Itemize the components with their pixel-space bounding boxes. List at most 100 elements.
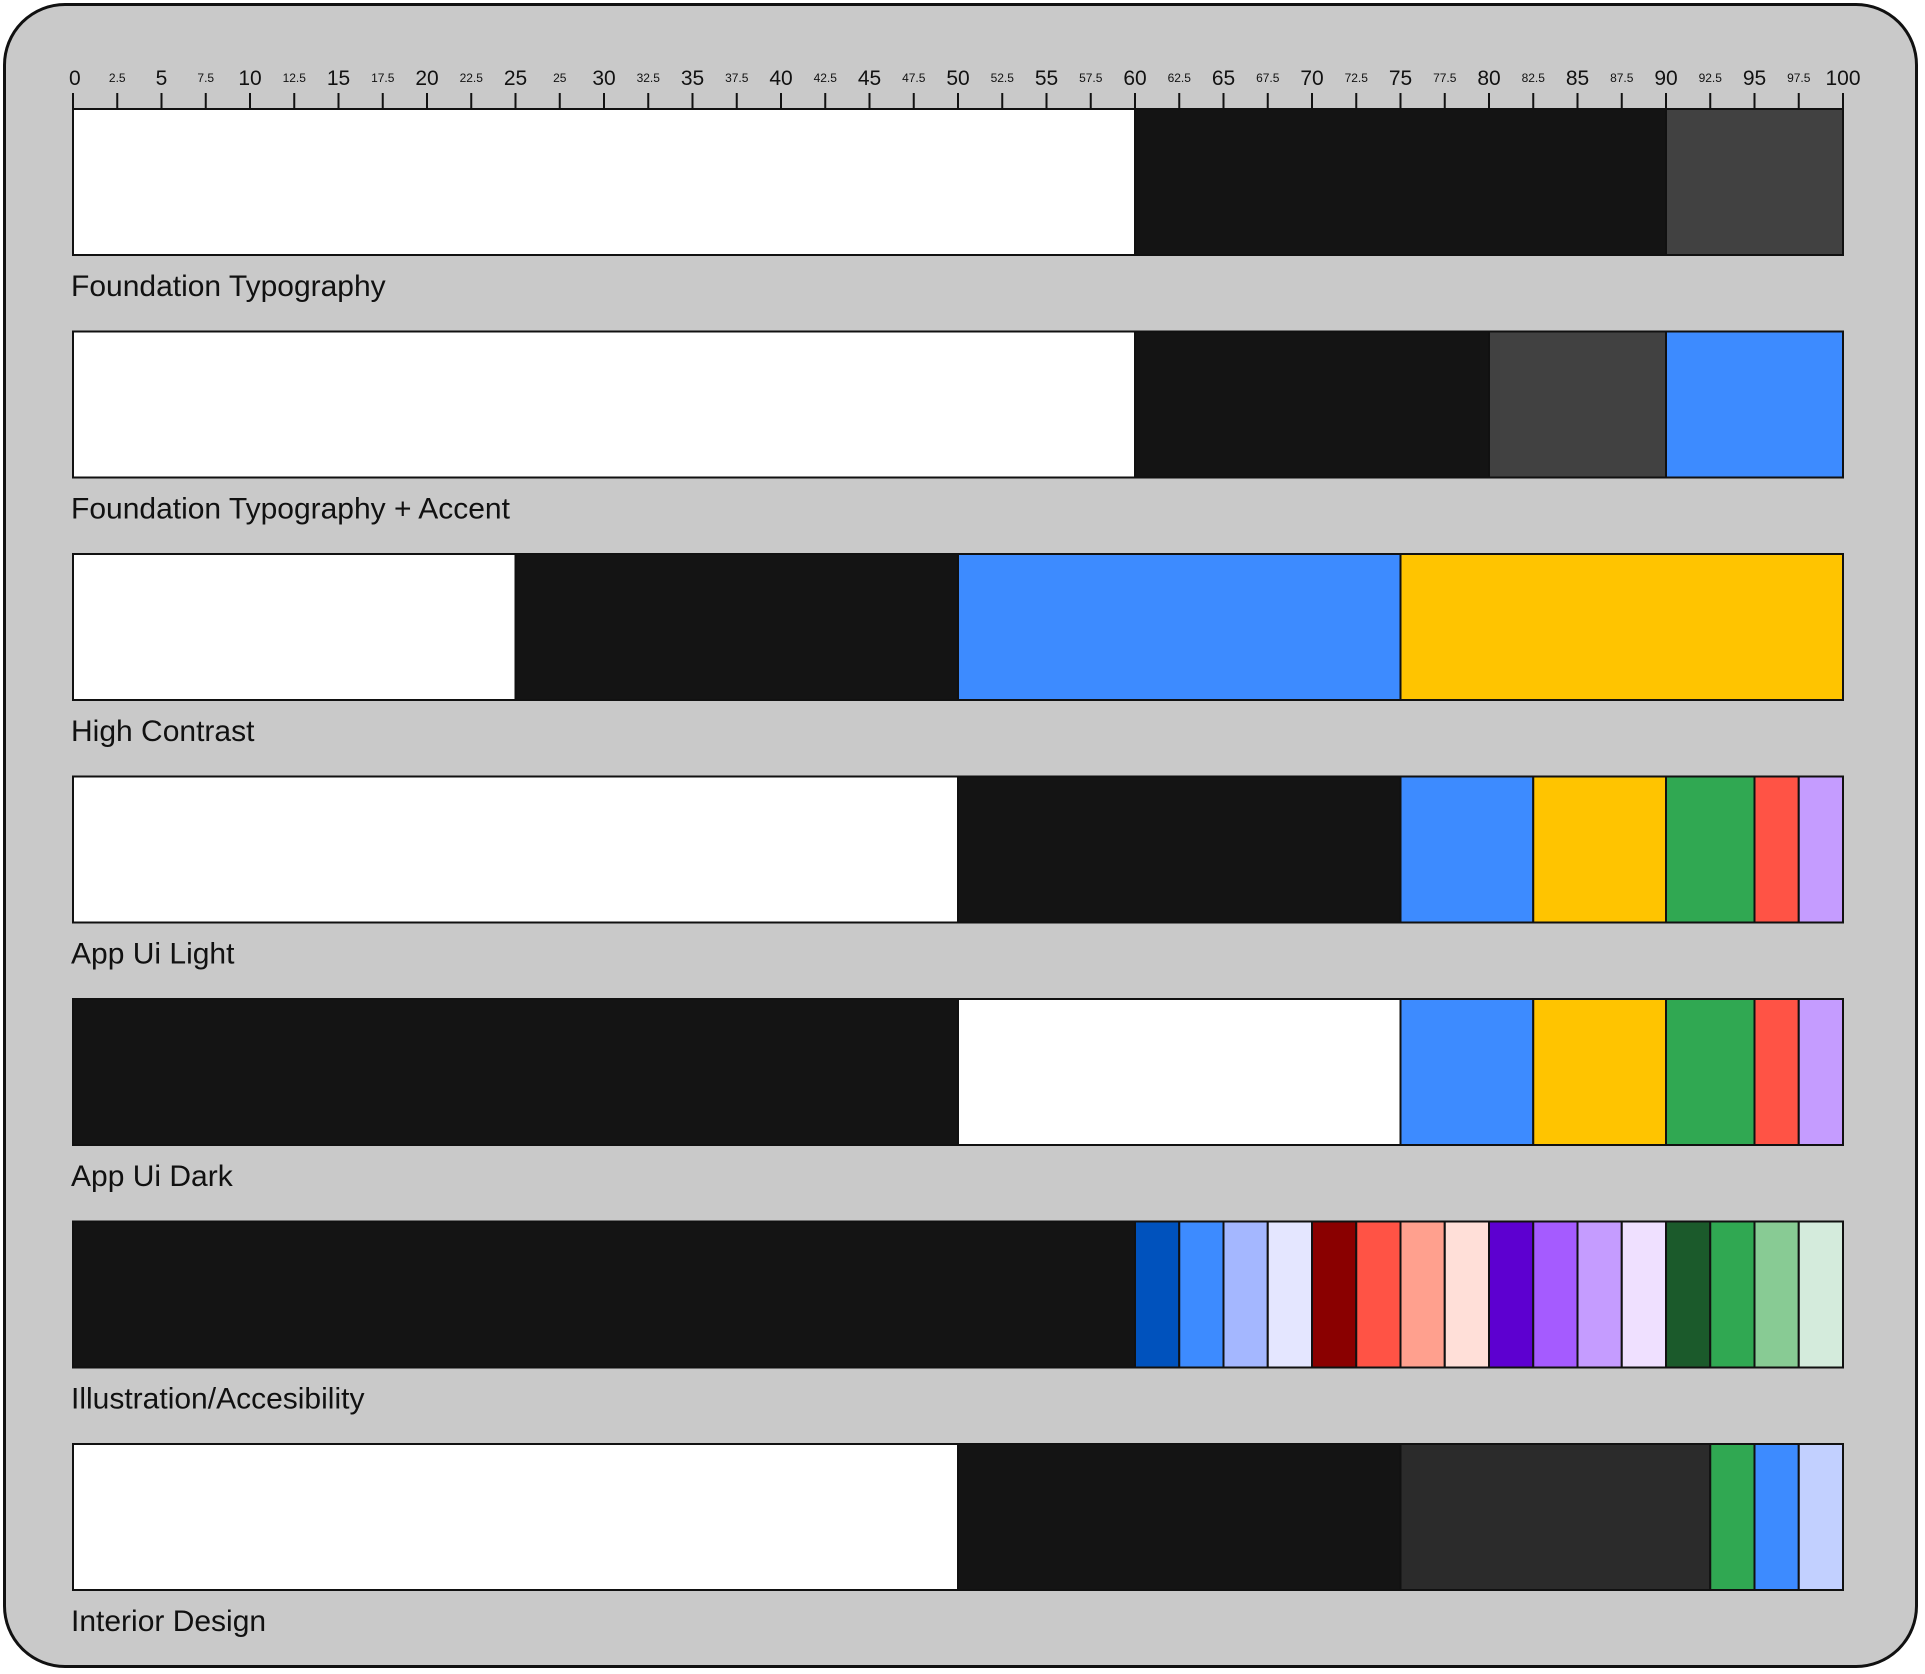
bar-segment bbox=[72, 1220, 1136, 1369]
tick-label: 75 bbox=[1389, 67, 1412, 90]
bar-segment bbox=[1399, 553, 1844, 701]
tick-label: 7.5 bbox=[197, 71, 214, 85]
bar-row: Foundation Typography bbox=[71, 108, 1844, 303]
bar-segment bbox=[1797, 998, 1844, 1146]
bar-segment bbox=[1665, 775, 1756, 924]
bar-segment bbox=[1797, 1220, 1844, 1369]
bar-segment bbox=[1488, 1220, 1535, 1369]
row-label: Interior Design bbox=[71, 1605, 266, 1638]
tick-label: 67.5 bbox=[1256, 71, 1280, 85]
bar-segment bbox=[1355, 1220, 1402, 1369]
bar-segment bbox=[1134, 1220, 1181, 1369]
tick-label: 97.5 bbox=[1787, 71, 1811, 85]
bar-segment bbox=[1266, 1220, 1313, 1369]
tick-label: 50 bbox=[946, 67, 969, 90]
bar-row: App Ui Light bbox=[71, 775, 1844, 971]
tick-label: 60 bbox=[1123, 67, 1146, 90]
tick-label: 47.5 bbox=[902, 71, 926, 85]
bar-segment bbox=[1665, 998, 1756, 1146]
bar-segment bbox=[1532, 1220, 1579, 1369]
bar-segment bbox=[1532, 775, 1667, 924]
bar-segment bbox=[72, 1443, 959, 1591]
bar-segment bbox=[1665, 330, 1844, 479]
row-label: App Ui Light bbox=[71, 938, 235, 971]
bar-segment bbox=[1399, 998, 1535, 1146]
bar-row: Interior Design bbox=[71, 1443, 1844, 1638]
tick-label: 30 bbox=[592, 67, 615, 90]
bar-segment bbox=[1399, 1443, 1712, 1591]
bar-segment bbox=[1797, 1443, 1844, 1591]
tick-label: 90 bbox=[1654, 67, 1677, 90]
bar-segment bbox=[1443, 1220, 1490, 1369]
tick-label: 10 bbox=[238, 67, 261, 90]
bar-segment bbox=[1709, 1443, 1756, 1591]
bar-row: High Contrast bbox=[71, 553, 1844, 748]
tick-label: 57.5 bbox=[1079, 71, 1103, 85]
tick-label: 42.5 bbox=[814, 71, 838, 85]
tick-label: 92.5 bbox=[1699, 71, 1723, 85]
tick-label: 55 bbox=[1035, 67, 1058, 90]
tick-label: 80 bbox=[1477, 67, 1500, 90]
tick-label: 40 bbox=[769, 67, 792, 90]
bar-row: App Ui Dark bbox=[71, 998, 1844, 1193]
tick-label: 17.5 bbox=[371, 71, 395, 85]
row-label: High Contrast bbox=[71, 715, 255, 748]
tick-label: 2.5 bbox=[109, 71, 126, 85]
bar-segment bbox=[1709, 1220, 1756, 1369]
bar-segment bbox=[957, 1443, 1402, 1591]
bar-segment bbox=[1134, 108, 1667, 256]
tick-label: 85 bbox=[1566, 67, 1589, 90]
tick-label: 15 bbox=[327, 67, 350, 90]
bar-segment bbox=[72, 108, 1136, 256]
bar-segment bbox=[957, 775, 1402, 924]
tick-label: 0 bbox=[69, 67, 81, 90]
x-axis: 0 2.5 5 7.5 10 12.5 15 17.5 20 22.5 25 25 30 32.5 35 37… bbox=[69, 67, 1861, 110]
bar-segment bbox=[72, 553, 517, 701]
tick-label: 25 bbox=[504, 67, 527, 90]
tick-label: 95 bbox=[1743, 67, 1766, 90]
bar-segment bbox=[514, 553, 959, 701]
bar-segment bbox=[72, 775, 959, 924]
bar-segment bbox=[72, 998, 959, 1146]
bar-segment bbox=[1797, 775, 1844, 924]
tick-label: 25 bbox=[553, 71, 567, 85]
bar-segment bbox=[1620, 1220, 1667, 1369]
chart-rows: Foundation Typography Foundation Typograp… bbox=[71, 108, 1844, 1638]
tick-label: 100 bbox=[1825, 67, 1860, 90]
tick-label: 12.5 bbox=[283, 71, 307, 85]
bar-segment bbox=[1665, 1220, 1712, 1369]
tick-label: 70 bbox=[1300, 67, 1323, 90]
row-label: Illustration/Accesibility bbox=[71, 1383, 364, 1416]
tick-label: 20 bbox=[415, 67, 438, 90]
bar-segment bbox=[1399, 1220, 1446, 1369]
bar-segment bbox=[1134, 330, 1490, 479]
tick-label: 5 bbox=[156, 67, 168, 90]
bar-segment bbox=[1665, 108, 1844, 256]
bar-segment bbox=[1753, 1443, 1800, 1591]
tick-label: 72.5 bbox=[1345, 71, 1369, 85]
bar-row: Foundation Typography + Accent bbox=[71, 330, 1844, 526]
row-label: Foundation Typography bbox=[71, 270, 386, 303]
bar-segment bbox=[1753, 775, 1800, 924]
tick-label: 45 bbox=[858, 67, 881, 90]
bar-segment bbox=[1576, 1220, 1623, 1369]
palette-ratio-chart: 0 2.5 5 7.5 10 12.5 15 17.5 20 22.5 25 25 30 32.5 35 37… bbox=[69, 67, 1861, 1638]
bar-segment bbox=[1753, 1220, 1800, 1369]
tick-label: 37.5 bbox=[725, 71, 749, 85]
tick-label: 52.5 bbox=[991, 71, 1015, 85]
bar-segment bbox=[1311, 1220, 1358, 1369]
tick-label: 35 bbox=[681, 67, 704, 90]
tick-label: 77.5 bbox=[1433, 71, 1457, 85]
bar-segment bbox=[1222, 1220, 1269, 1369]
tick-label: 82.5 bbox=[1522, 71, 1546, 85]
row-label: Foundation Typography + Accent bbox=[71, 493, 511, 526]
tick-label: 32.5 bbox=[637, 71, 661, 85]
bar-segment bbox=[1488, 330, 1667, 479]
bar-segment bbox=[1753, 998, 1800, 1146]
tick-label: 22.5 bbox=[460, 71, 484, 85]
tick-label: 87.5 bbox=[1610, 71, 1634, 85]
bar-row: Illustration/Accesibility bbox=[71, 1220, 1844, 1416]
row-label: App Ui Dark bbox=[71, 1160, 234, 1193]
bar-segment bbox=[1532, 998, 1667, 1146]
bar-segment bbox=[1178, 1220, 1225, 1369]
